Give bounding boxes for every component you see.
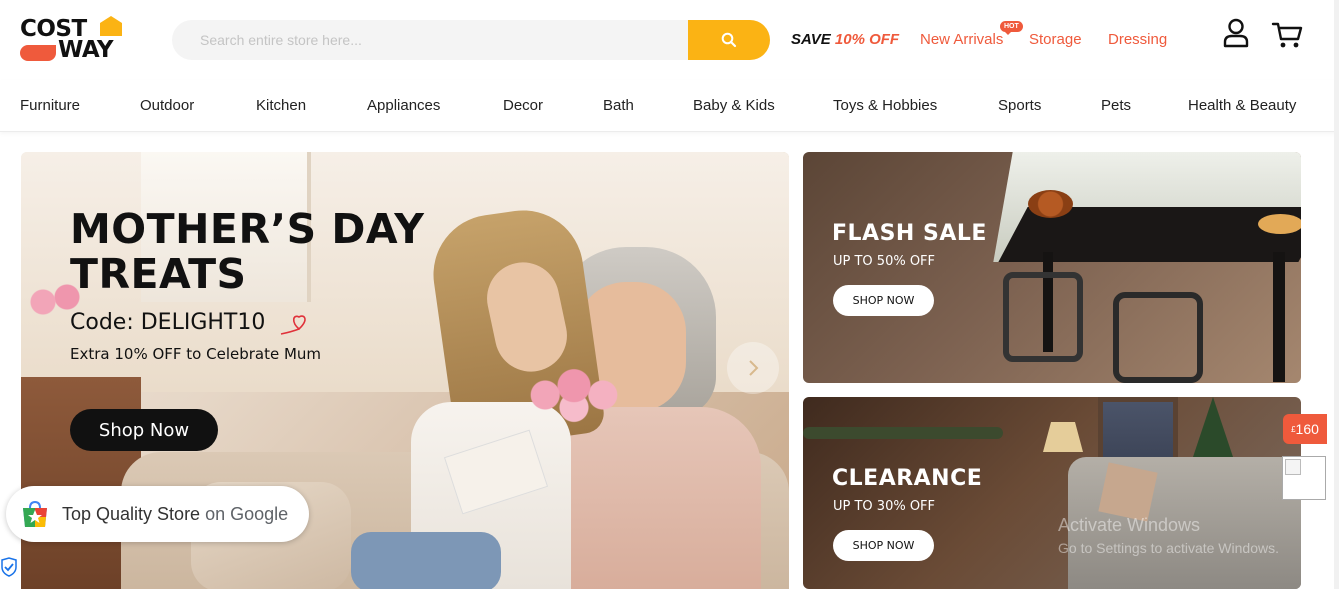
- category-furniture[interactable]: Furniture: [20, 97, 80, 114]
- page-scrollbar[interactable]: [1334, 0, 1339, 589]
- flash-sale-subtitle: UP TO 50% OFF: [833, 254, 936, 269]
- promo2-pillow-image: [1098, 462, 1158, 522]
- promo2-garland-image: [803, 427, 1003, 439]
- category-toys-hobbies[interactable]: Toys & Hobbies: [833, 97, 937, 114]
- search-bar: [172, 20, 770, 60]
- google-badge-main: Top Quality Store: [62, 504, 201, 524]
- flash-sale-title: FLASH SALE: [832, 221, 987, 246]
- google-shopping-bag-icon: [23, 500, 47, 527]
- hero-shop-now-button[interactable]: Shop Now: [70, 409, 218, 451]
- promo2-lamp-image: [1043, 422, 1083, 452]
- category-pets[interactable]: Pets: [1101, 97, 1131, 114]
- chevron-right-icon: [749, 360, 759, 376]
- search-input[interactable]: [172, 20, 688, 60]
- dressing-link[interactable]: Dressing: [1108, 31, 1167, 48]
- save-value: 10% OFF: [834, 31, 900, 48]
- save-prefix: SAVE: [791, 31, 831, 48]
- promo1-pizza-image: [1258, 214, 1301, 234]
- google-badge-text: Top Quality Store on Google: [62, 504, 288, 525]
- broken-image-placeholder[interactable]: [1282, 456, 1326, 500]
- search-icon: [721, 32, 737, 48]
- site-header: COST WAY SAVE 10% OFF New Arrivals HOT S…: [0, 0, 1339, 80]
- category-bath[interactable]: Bath: [603, 97, 634, 114]
- search-button[interactable]: [688, 20, 770, 60]
- category-outdoor[interactable]: Outdoor: [140, 97, 194, 114]
- category-baby-kids[interactable]: Baby & Kids: [693, 97, 775, 114]
- category-appliances[interactable]: Appliances: [367, 97, 440, 114]
- logo-text-way: WAY: [58, 37, 114, 63]
- shield-check-icon[interactable]: [0, 557, 18, 577]
- hero-title-line1: MOTHER’S DAY: [70, 205, 425, 253]
- hot-badge: HOT: [1000, 21, 1023, 35]
- logo-bar-icon: [20, 45, 56, 61]
- promo1-chair-image: [1003, 272, 1083, 362]
- clearance-subtitle: UP TO 30% OFF: [833, 499, 936, 514]
- category-decor[interactable]: Decor: [503, 97, 543, 114]
- windows-watermark-text: Go to Settings to activate Windows.: [1058, 540, 1279, 556]
- clearance-title: CLEARANCE: [832, 466, 983, 491]
- new-arrivals-link[interactable]: New Arrivals: [920, 31, 1003, 48]
- clearance-shop-now-button[interactable]: SHOP NOW: [833, 530, 934, 561]
- promo1-chair-image: [1113, 292, 1203, 383]
- coupon-tab[interactable]: £ 160: [1283, 414, 1327, 444]
- promo1-food-image: [1028, 190, 1073, 218]
- costway-logo[interactable]: COST WAY: [20, 16, 124, 64]
- category-kitchen[interactable]: Kitchen: [256, 97, 306, 114]
- clearance-banner[interactable]: CLEARANCE UP TO 30% OFF SHOP NOW: [803, 397, 1301, 589]
- google-badge-suffix: on Google: [205, 504, 289, 524]
- heart-icon: [280, 315, 306, 335]
- hero-title: MOTHER’S DAY TREATS: [70, 207, 424, 297]
- hero-jeans: [351, 532, 501, 589]
- account-icon[interactable]: [1222, 18, 1250, 48]
- cart-icon[interactable]: [1271, 20, 1303, 50]
- promo1-table-leg: [1273, 252, 1285, 382]
- hero-subtitle: Extra 10% OFF to Celebrate Mum: [70, 345, 322, 363]
- hero-title-line2: TREATS: [70, 250, 247, 298]
- hero-promo-code: Code: DELIGHT10: [70, 310, 266, 335]
- flash-sale-banner[interactable]: FLASH SALE UP TO 50% OFF SHOP NOW: [803, 152, 1301, 383]
- category-sports[interactable]: Sports: [998, 97, 1041, 114]
- flash-sale-shop-now-button[interactable]: SHOP NOW: [833, 285, 934, 316]
- storage-link[interactable]: Storage: [1029, 31, 1082, 48]
- logo-house-icon: [100, 16, 122, 36]
- coupon-amount: 160: [1295, 421, 1319, 437]
- category-health-beauty[interactable]: Health & Beauty: [1188, 97, 1296, 114]
- carousel-next-button[interactable]: [727, 342, 779, 394]
- save-promo-link[interactable]: SAVE 10% OFF: [791, 31, 899, 48]
- category-nav: Furniture Outdoor Kitchen Appliances Dec…: [0, 80, 1339, 132]
- google-store-badge[interactable]: Top Quality Store on Google: [6, 486, 309, 542]
- hero-bouquet-image: [526, 364, 622, 426]
- windows-watermark-title: Activate Windows: [1058, 515, 1201, 535]
